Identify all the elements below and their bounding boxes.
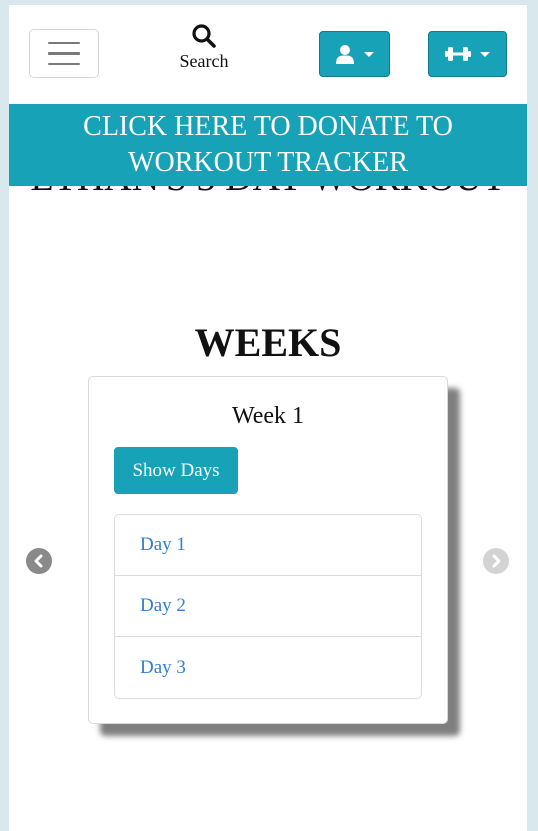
list-item: Day 2 <box>115 576 421 637</box>
list-item: Day 1 <box>115 515 421 576</box>
search-icon <box>192 24 216 48</box>
chevron-down-icon <box>480 51 490 57</box>
menu-toggle-button[interactable] <box>29 29 99 78</box>
page-container: ETHAN'S 3 DAY WORKOUT Search <box>9 5 527 831</box>
search-label: Search <box>179 51 229 71</box>
hamburger-icon <box>48 41 80 45</box>
day-link[interactable]: Day 2 <box>140 595 186 617</box>
search-button[interactable]: Search <box>159 23 249 72</box>
list-item: Day 3 <box>115 637 421 698</box>
hamburger-icon <box>48 62 80 66</box>
day-list: Day 1 Day 2 Day 3 <box>114 514 422 699</box>
chevron-down-icon <box>364 51 374 57</box>
carousel-next-button[interactable] <box>483 548 509 574</box>
top-navbar: Search <box>9 5 527 104</box>
chevron-left-icon <box>34 554 43 568</box>
show-days-button[interactable]: Show Days <box>114 447 238 494</box>
day-link[interactable]: Day 1 <box>140 534 186 556</box>
day-link[interactable]: Day 3 <box>140 657 186 679</box>
carousel-prev-button[interactable] <box>26 548 52 574</box>
week-title: Week 1 <box>231 403 305 429</box>
hamburger-icon <box>48 52 80 55</box>
dumbbell-icon <box>445 47 471 61</box>
donate-banner-link[interactable]: CLICK HERE TO DONATE TO WORKOUT TRACKER <box>9 104 527 186</box>
week-card: Week 1 Show Days Day 1 Day 2 Day 3 <box>88 376 448 724</box>
workout-dropdown-button[interactable] <box>428 31 507 77</box>
weeks-heading: WEEKS <box>194 320 342 365</box>
user-icon <box>336 45 354 64</box>
user-dropdown-button[interactable] <box>319 31 390 77</box>
chevron-right-icon <box>492 554 501 568</box>
